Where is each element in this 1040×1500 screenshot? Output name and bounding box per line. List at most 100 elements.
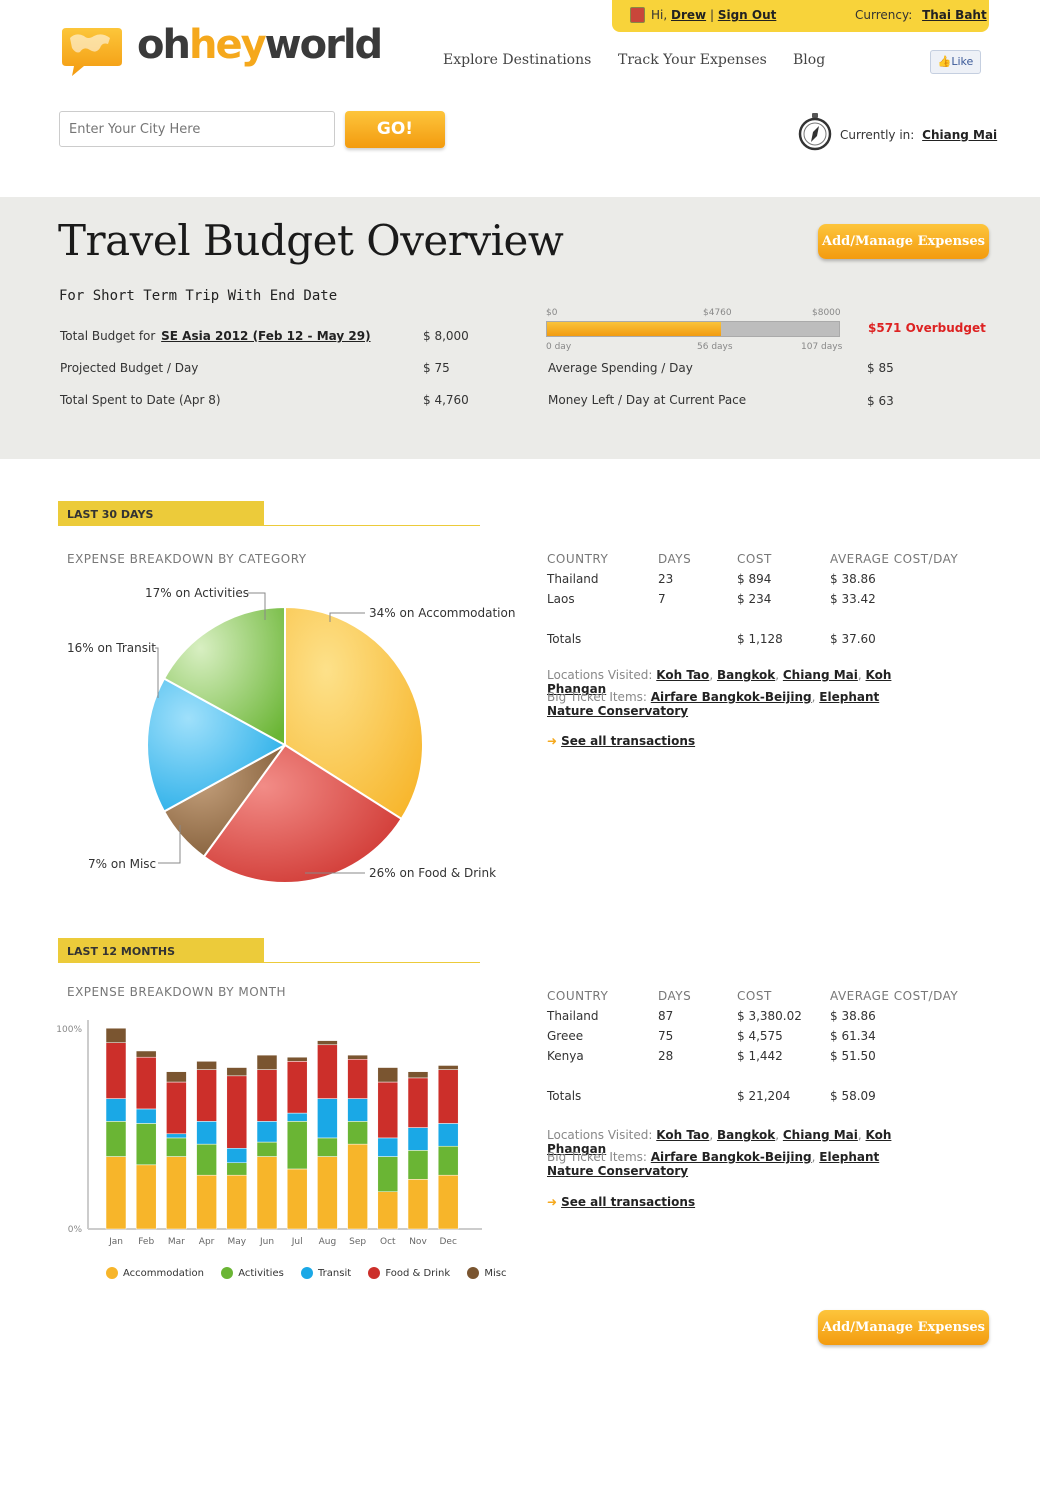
bar-segment-activities xyxy=(256,1141,278,1157)
logo-wordmark[interactable]: ohheyworld xyxy=(137,22,383,68)
pie-leader-line xyxy=(155,647,159,698)
bar-segment-food-drink xyxy=(437,1069,459,1124)
table-row: Laos 7 $ 234 $ 33.42 xyxy=(547,592,977,608)
add-manage-expenses-button[interactable]: Add/Manage Expenses xyxy=(818,224,989,259)
bar-segment-activities xyxy=(317,1137,338,1157)
compass-icon xyxy=(798,113,832,151)
progress-day-end: 107 days xyxy=(801,342,843,352)
trip-link[interactable]: SE Asia 2012 (Feb 12 - May 29) xyxy=(161,329,370,343)
user-name-link[interactable]: Drew xyxy=(671,8,706,22)
x-tick-label: Oct xyxy=(380,1237,396,1247)
logo-globe-icon[interactable] xyxy=(60,24,124,76)
logo-part-oh: oh xyxy=(137,22,191,68)
bar-segment-food-drink xyxy=(347,1059,368,1099)
cell-country: Greee xyxy=(547,1029,584,1043)
bar-segment-food-drink xyxy=(286,1061,308,1114)
bar-segment-activities xyxy=(377,1156,399,1192)
total-budget-label: Total Budget for xyxy=(60,329,156,343)
bar-segment-activities xyxy=(407,1150,429,1180)
location-link[interactable]: Bangkok xyxy=(717,668,775,682)
location-link[interactable]: Bangkok xyxy=(717,1128,775,1142)
page-title: Travel Budget Overview xyxy=(58,216,564,265)
bar-segment-transit xyxy=(286,1112,308,1122)
go-button[interactable]: GO! xyxy=(345,111,445,148)
big-ticket-label: Big Ticket Items: xyxy=(547,690,647,704)
x-tick-label: Aug xyxy=(319,1237,337,1247)
col-avg: AVERAGE COST/DAY xyxy=(830,552,959,566)
total-spent-value: $ 4,760 xyxy=(423,393,469,407)
see-all-transactions-link[interactable]: See all transactions xyxy=(561,1195,695,1209)
bar-segment-accommodation xyxy=(166,1156,187,1230)
arrow-right-icon: ➜ xyxy=(547,1195,558,1209)
y-tick-label: 0% xyxy=(68,1225,83,1235)
big-ticket-link[interactable]: Airfare Bangkok-Beijing xyxy=(651,1150,812,1164)
location-link[interactable]: Chiang Mai xyxy=(783,668,858,682)
cell-country: Laos xyxy=(547,592,575,606)
projected-budget-value: $ 75 xyxy=(423,361,450,375)
add-manage-expenses-button-bottom[interactable]: Add/Manage Expenses xyxy=(818,1310,989,1345)
legend-item: Activities xyxy=(221,1267,284,1279)
sign-out-link[interactable]: Sign Out xyxy=(718,8,777,22)
progress-tick-end: $8000 xyxy=(812,308,841,318)
col-cost: COST xyxy=(737,989,772,1003)
current-city-link[interactable]: Chiang Mai xyxy=(922,128,997,142)
cell-cost: $ 4,575 xyxy=(737,1029,783,1043)
section-divider xyxy=(58,525,480,526)
bar-segment-activities xyxy=(196,1143,217,1176)
see-all-transactions-link[interactable]: See all transactions xyxy=(561,734,695,748)
cell-cost: $ 1,442 xyxy=(737,1049,783,1063)
locations-label: Locations Visited: xyxy=(547,668,653,682)
location-link[interactable]: Koh Tao xyxy=(656,668,709,682)
bar-segment-food-drink xyxy=(377,1081,399,1139)
bar-segment-activities xyxy=(347,1121,368,1145)
cell-avg: $ 38.86 xyxy=(830,572,876,586)
bar-segment-activities xyxy=(105,1121,127,1157)
progress-tick-start: $0 xyxy=(546,308,558,318)
cell-days: 23 xyxy=(658,572,674,586)
location-link[interactable]: Koh Tao xyxy=(656,1128,709,1142)
bar-segment-accommodation xyxy=(437,1174,459,1230)
see-all-transactions: ➜ See all transactions xyxy=(547,734,695,748)
col-country: COUNTRY xyxy=(547,989,609,1003)
bar-segment-misc xyxy=(377,1067,399,1083)
cell-totals-label: Totals xyxy=(547,1089,582,1103)
facebook-like-button[interactable]: 👍Like xyxy=(930,50,981,74)
big-ticket-link[interactable]: Airfare Bangkok-Beijing xyxy=(651,690,812,704)
x-tick-label: Sep xyxy=(349,1237,366,1247)
bar-segment-transit xyxy=(377,1137,399,1157)
nav-blog[interactable]: Blog xyxy=(793,52,825,68)
pie-label-misc: 7% on Misc xyxy=(88,857,157,871)
big-ticket-items: Big Ticket Items: Airfare Bangkok-Beijin… xyxy=(547,690,880,718)
country-table-30-days: COUNTRY DAYS COST AVERAGE COST/DAY Thail… xyxy=(547,552,977,662)
city-search-input[interactable] xyxy=(59,111,335,147)
cell-cost: $ 234 xyxy=(737,592,772,606)
bar-segment-food-drink xyxy=(317,1044,338,1099)
bar-segment-accommodation xyxy=(286,1168,308,1230)
nav-explore-destinations[interactable]: Explore Destinations xyxy=(443,52,591,68)
total-budget-value: $ 8,000 xyxy=(423,329,469,343)
average-spending-value: $ 85 xyxy=(867,361,894,375)
bar-segment-misc xyxy=(105,1027,127,1043)
cell-avg: $ 61.34 xyxy=(830,1029,876,1043)
see-all-transactions: ➜ See all transactions xyxy=(547,1195,695,1209)
total-spent-label: Total Spent to Date (Apr 8) xyxy=(60,393,221,407)
progress-day-current: 56 days xyxy=(697,342,733,352)
table-row: Thailand 87 $ 3,380.02 $ 38.86 xyxy=(547,1009,977,1025)
col-country: COUNTRY xyxy=(547,552,609,566)
monthly-stacked-bar-chart: 100% 0% Jan Feb Mar Apr May Jun Jul Aug Sep Oct Nov D… xyxy=(56,1020,482,1247)
currency-link[interactable]: Thai Baht xyxy=(922,8,987,22)
location-link[interactable]: Chiang Mai xyxy=(783,1128,858,1142)
legend-label: Misc xyxy=(484,1268,507,1279)
col-days: DAYS xyxy=(658,552,692,566)
legend-swatch xyxy=(106,1267,118,1279)
bar-segment-accommodation xyxy=(196,1174,217,1230)
bar-segment-transit xyxy=(317,1098,338,1139)
chart-legend: Accommodation Activities Transit Food & … xyxy=(106,1267,521,1279)
legend-swatch xyxy=(221,1267,234,1279)
average-spending-label: Average Spending / Day xyxy=(548,361,693,375)
logo-part-hey: hey xyxy=(188,22,267,68)
cell-avg: $ 38.86 xyxy=(830,1009,876,1023)
nav-track-expenses[interactable]: Track Your Expenses xyxy=(618,52,767,68)
country-table-12-months: COUNTRY DAYS COST AVERAGE COST/DAY Thail… xyxy=(547,989,977,1109)
bar-segment-accommodation xyxy=(347,1143,368,1230)
